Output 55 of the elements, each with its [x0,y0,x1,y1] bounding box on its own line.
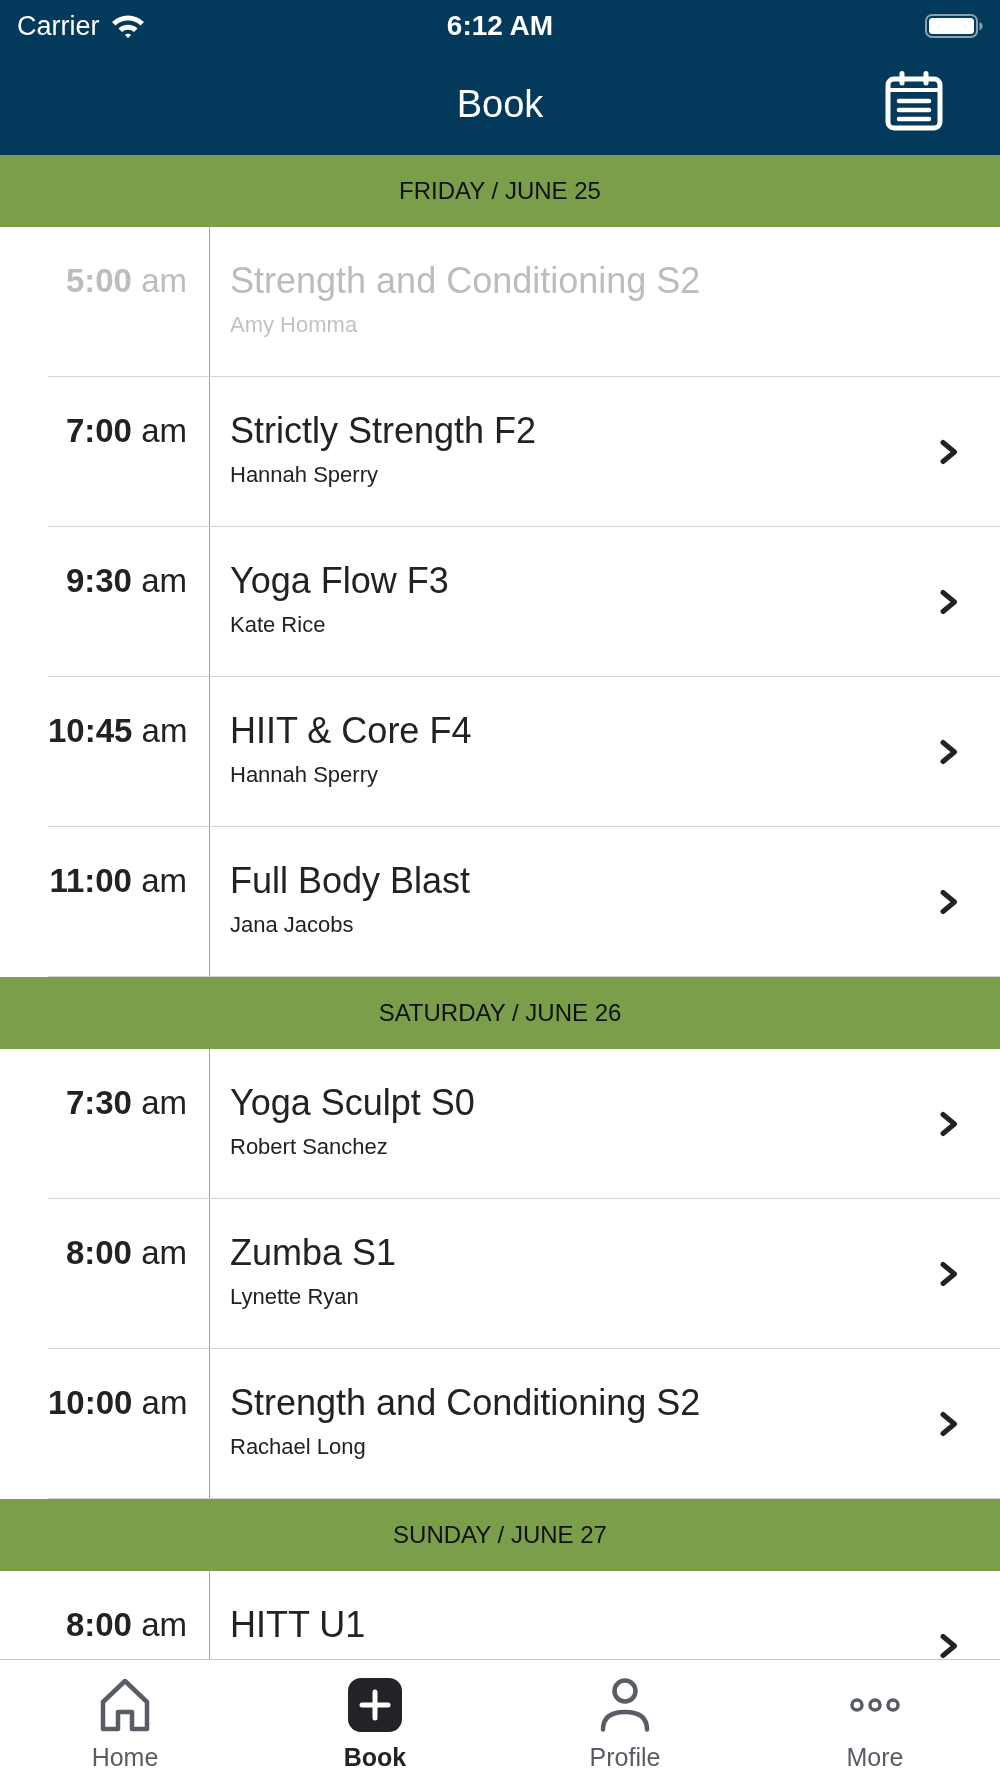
session-row[interactable]: 7:30 am Yoga Sculpt S0 Robert Sanchez [48,1049,1000,1199]
chevron-right-icon [939,588,959,615]
session-row[interactable]: 9:30 am Yoga Flow F3 Kate Rice [48,527,1000,677]
session-time: 10:45 am [48,712,188,749]
carrier-label: Carrier [17,10,100,42]
chevron-right-icon [939,1632,959,1659]
chevron-right-icon [939,888,959,915]
session-title: Full Body Blast [230,859,471,903]
chevron-right-icon [939,1260,959,1287]
tab-item[interactable]: Profile [500,1660,750,1778]
person-icon [600,1678,650,1732]
session-time: 5:00 am [65,262,187,299]
session-time: 7:00 am [65,412,187,449]
session-row[interactable]: 10:45 am HIIT & Core F4 Hannah Sperry [48,677,1000,827]
tab-item[interactable]: More [750,1660,1000,1778]
instructor-name: Robert Sanchez [230,1133,388,1161]
house-icon [100,1678,150,1732]
session-time: 9:30 am [65,562,187,599]
plus-square-icon [348,1678,402,1732]
instructor-name: Hannah Sperry [230,761,378,789]
session-row[interactable]: 7:00 am Strictly Strength F2 Hannah Sperry [48,377,1000,527]
session-time: 8:00 am [65,1234,187,1271]
session-time: 11:00 am [49,862,187,899]
session-title: HITT U1 [230,1603,366,1647]
instructor-name: Hannah Sperry [230,461,378,489]
chevron-right-icon [939,438,959,465]
date-header: SATURDAY / JUNE 26 [0,977,1000,1049]
session-title: HIIT & Core F4 [230,709,472,753]
instructor-name: Jana Jacobs [230,911,354,939]
session-title: Strength and Conditioning S2 [230,259,701,303]
session-row[interactable]: 8:00 am Zumba S1 Lynette Ryan [48,1199,1000,1349]
chevron-right-icon [939,738,959,765]
session-title: Strength and Conditioning S2 [230,1381,701,1425]
tab-item[interactable]: Home [0,1660,250,1778]
instructor-name: Lynette Ryan [230,1283,359,1311]
page-title: Book [456,81,544,127]
instructor-name: Kate Rice [230,611,326,639]
session-time: 10:00 am [48,1384,188,1421]
calendar-button[interactable] [885,71,943,131]
instructor-name: Amy Homma [230,311,358,339]
battery-icon [925,14,983,38]
chevron-right-icon [939,1110,959,1137]
date-header: SUNDAY / JUNE 27 [0,1499,1000,1571]
session-time: 8:00 am [65,1606,187,1643]
more-icon [850,1698,900,1712]
clock-time: 6:12 AM [446,10,554,42]
date-header: FRIDAY / JUNE 25 [0,155,1000,227]
session-title: Zumba S1 [230,1231,397,1275]
tab-item[interactable]: Book [250,1660,500,1778]
session-title: Yoga Sculpt S0 [230,1081,475,1125]
instructor-name: Rachael Long [230,1433,366,1461]
session-title: Yoga Flow F3 [230,559,449,603]
chevron-right-icon [939,1410,959,1437]
session-time: 7:30 am [65,1084,187,1121]
session-title: Strictly Strength F2 [230,409,537,453]
